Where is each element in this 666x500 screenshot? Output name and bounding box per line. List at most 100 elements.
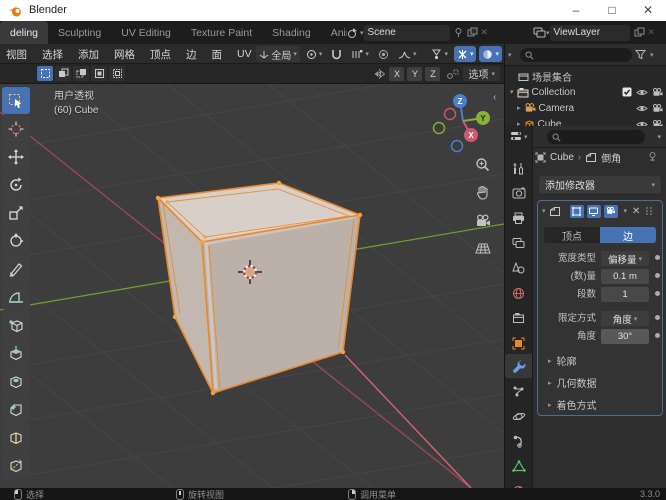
- new-scene-icon[interactable]: [467, 27, 478, 38]
- tab-tool[interactable]: [505, 156, 532, 180]
- outliner-row-collection[interactable]: ▾ Collection: [505, 84, 666, 100]
- unlink-scene-icon[interactable]: ✕: [481, 27, 489, 38]
- outliner-row-scene-collection[interactable]: 场景集合: [505, 68, 666, 84]
- menu-vertex[interactable]: 顶点: [150, 47, 171, 62]
- tool-select-box[interactable]: [2, 87, 30, 114]
- tool-extrude-region[interactable]: [2, 339, 30, 366]
- menu-mesh[interactable]: 网格: [114, 47, 135, 62]
- tab-render[interactable]: [505, 181, 532, 205]
- animate-dot[interactable]: [655, 315, 660, 320]
- camera-view-button[interactable]: [472, 210, 493, 231]
- select-mode-subtract-button[interactable]: [73, 66, 89, 81]
- outliner-search-input[interactable]: [520, 48, 632, 62]
- tab-output[interactable]: [505, 206, 532, 230]
- tab-modeling[interactable]: deling: [0, 21, 49, 44]
- affect-vertices-button[interactable]: 顶点: [544, 227, 600, 243]
- gizmo-negative-x[interactable]: [443, 107, 457, 121]
- new-viewlayer-icon[interactable]: [634, 27, 645, 38]
- pin-id-icon[interactable]: [647, 151, 658, 162]
- maximize-button[interactable]: □: [594, 0, 630, 21]
- gizmo-negative-y[interactable]: [432, 121, 446, 135]
- viewlayer-name-field[interactable]: ViewLayer: [549, 24, 630, 41]
- menu-face[interactable]: 面: [212, 47, 223, 62]
- tab-object[interactable]: [505, 331, 532, 355]
- tool-move[interactable]: [2, 143, 30, 170]
- snap-base-icon[interactable]: [446, 68, 460, 80]
- add-modifier-button[interactable]: 添加修改器 ▾: [539, 176, 661, 193]
- toggle-ortho-button[interactable]: [472, 238, 493, 259]
- section-profile[interactable]: ▸ 轮廓: [548, 353, 658, 368]
- tab-scene[interactable]: [505, 256, 532, 280]
- tab-particles[interactable]: [505, 379, 532, 403]
- affect-edges-button[interactable]: 边: [600, 227, 656, 243]
- segments-field[interactable]: 1: [601, 287, 649, 302]
- modifier-editmode-toggle[interactable]: [569, 204, 584, 218]
- filter-chevron-icon[interactable]: ▾: [650, 51, 654, 59]
- tool-inset-faces[interactable]: [2, 367, 30, 394]
- filter-funnel-icon[interactable]: [635, 49, 646, 60]
- minimize-button[interactable]: –: [558, 0, 594, 21]
- tab-world[interactable]: [505, 281, 532, 305]
- tab-collection[interactable]: [505, 306, 532, 330]
- hide-eye-icon[interactable]: [636, 104, 648, 113]
- tab-sculpting[interactable]: Sculpting: [48, 21, 111, 44]
- viewport-shading-dropdown[interactable]: ▾: [479, 46, 502, 62]
- viewlayer-browse-chevron-icon[interactable]: ▾: [546, 29, 550, 37]
- camera-expand-icon[interactable]: ▸: [517, 104, 521, 112]
- modifier-delete-icon[interactable]: ✕: [632, 206, 640, 217]
- mirror-x-toggle[interactable]: X: [389, 66, 405, 81]
- properties-editor-icon[interactable]: [510, 131, 524, 143]
- proportional-editing-toggle[interactable]: [374, 46, 392, 62]
- modifier-drag-handle-icon[interactable]: [645, 206, 653, 216]
- pivot-point-dropdown[interactable]: ▾: [302, 46, 326, 62]
- tool-measure[interactable]: [2, 283, 30, 310]
- modifier-render-toggle[interactable]: [603, 204, 618, 218]
- tab-uv-editing[interactable]: UV Editing: [111, 21, 181, 44]
- modifier-viewport-toggle[interactable]: [586, 204, 601, 218]
- render-visibility-icon[interactable]: [652, 103, 663, 113]
- snap-toggle[interactable]: [328, 46, 346, 62]
- tab-view-layer[interactable]: [505, 231, 532, 255]
- snapping-dropdown[interactable]: ▾: [348, 46, 372, 62]
- tab-object-data[interactable]: [505, 454, 532, 478]
- select-mode-set-button[interactable]: [37, 66, 53, 81]
- scene-name-field[interactable]: Scene: [363, 24, 450, 41]
- outliner-row-cube[interactable]: ▸ Cube: [505, 116, 666, 126]
- tool-add-cube[interactable]: [2, 311, 30, 338]
- menu-uv[interactable]: UV: [237, 48, 252, 60]
- zoom-view-button[interactable]: [472, 154, 493, 175]
- animate-dot[interactable]: [655, 291, 660, 296]
- tool-annotate[interactable]: [2, 255, 30, 282]
- section-geometry[interactable]: ▸ 几何数据: [548, 375, 658, 390]
- animate-dot[interactable]: [655, 255, 660, 260]
- menu-view[interactable]: 视图: [6, 47, 27, 62]
- menu-edge[interactable]: 边: [186, 47, 197, 62]
- tool-rotate[interactable]: [2, 171, 30, 198]
- menu-select[interactable]: 选择: [42, 47, 63, 62]
- modifier-extras-chevron-icon[interactable]: ▾: [624, 207, 628, 215]
- tool-options-dropdown[interactable]: 选项 ▾: [463, 66, 500, 81]
- properties-editor-chevron-icon[interactable]: ▾: [524, 133, 528, 141]
- scene-browse-chevron-icon[interactable]: ▾: [360, 29, 364, 37]
- animate-dot[interactable]: [655, 273, 660, 278]
- xray-toggle[interactable]: ▾: [453, 46, 477, 62]
- outliner-editor-chevron-icon[interactable]: ▾: [508, 51, 512, 59]
- breadcrumb-object-name[interactable]: Cube: [550, 152, 574, 163]
- limit-method-dropdown[interactable]: 角度 ▾: [601, 311, 649, 326]
- tool-scale[interactable]: [2, 199, 30, 226]
- pan-view-button[interactable]: [472, 182, 493, 203]
- select-mode-intersect-button[interactable]: [109, 66, 125, 81]
- select-mode-invert-button[interactable]: [91, 66, 107, 81]
- tool-bevel[interactable]: [2, 395, 30, 422]
- render-visibility-icon[interactable]: [652, 87, 663, 97]
- properties-options-chevron-icon[interactable]: ▾: [657, 133, 661, 141]
- tab-modifiers[interactable]: [505, 354, 532, 378]
- section-shading[interactable]: ▸ 着色方式: [548, 397, 658, 412]
- tab-physics[interactable]: [505, 404, 532, 428]
- mirror-y-toggle[interactable]: Y: [407, 66, 423, 81]
- select-mode-extend-button[interactable]: [55, 66, 71, 81]
- remove-viewlayer-icon[interactable]: ✕: [648, 27, 656, 38]
- tool-cursor[interactable]: [2, 115, 30, 142]
- close-button[interactable]: ✕: [630, 0, 666, 21]
- angle-field[interactable]: 30°: [601, 329, 649, 344]
